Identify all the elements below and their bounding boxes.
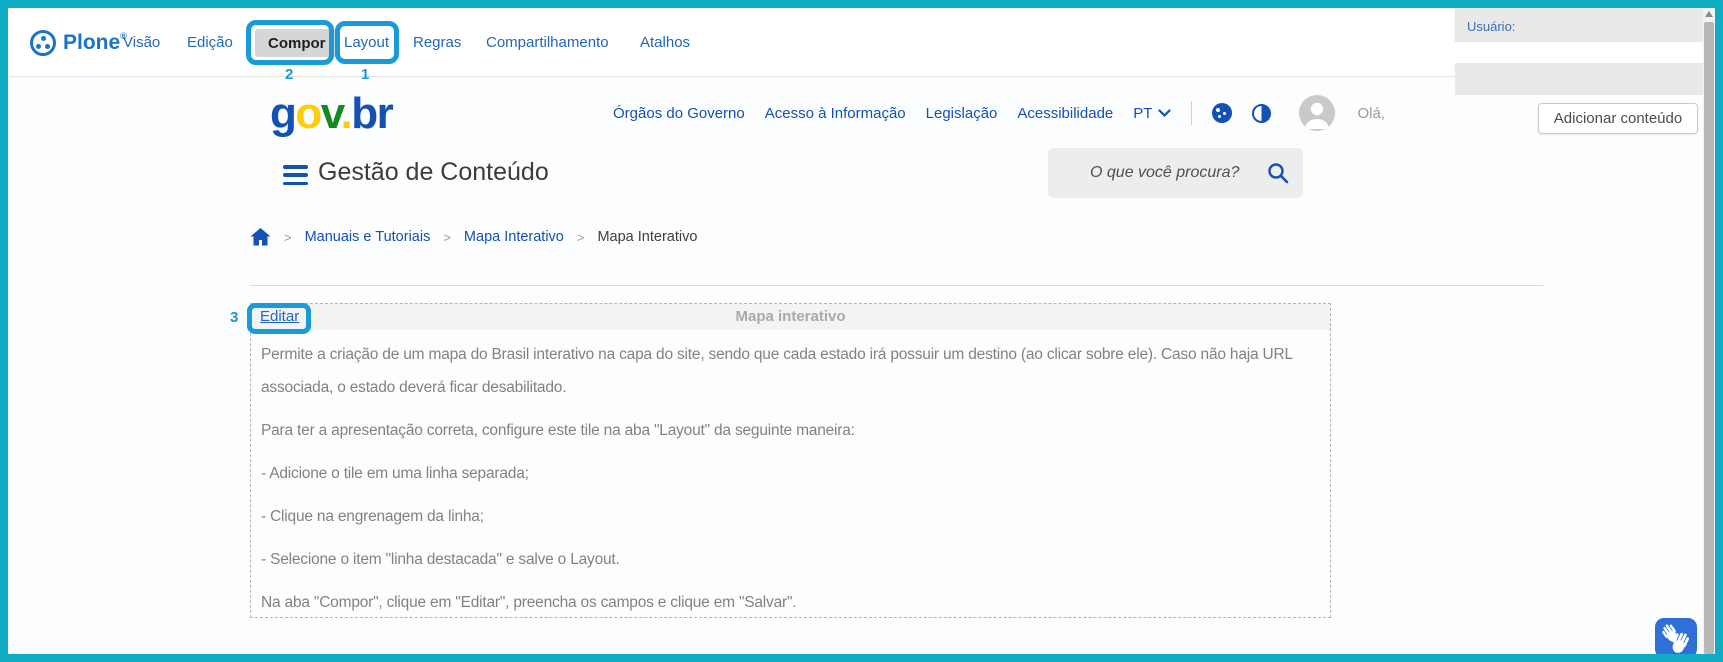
contrast-icon[interactable]	[1252, 103, 1272, 123]
toolbar-item-edicao[interactable]: Edição	[187, 8, 233, 77]
nav-link-acesso[interactable]: Acesso à Informação	[765, 105, 906, 122]
user-greeting: Olá,	[1357, 104, 1385, 122]
nav-link-legislacao[interactable]: Legislação	[926, 105, 998, 122]
vlibras-icon	[1662, 624, 1690, 653]
govbr-logo[interactable]: gov.br	[270, 92, 394, 136]
tile-body: Permite a criação de um mapa do Brasil i…	[251, 330, 1330, 619]
breadcrumb-current: Mapa Interativo	[597, 229, 698, 245]
breadcrumb-link-manuais[interactable]: Manuais e Tutoriais	[305, 229, 431, 245]
breadcrumb: > Manuais e Tutoriais > Mapa Interativo …	[250, 226, 697, 248]
nav-link-orgaos[interactable]: Órgãos do Governo	[613, 105, 745, 122]
scrollbar-up-icon[interactable]	[1705, 11, 1713, 17]
language-selector[interactable]: PT	[1133, 104, 1172, 122]
toolbar-item-compor[interactable]: Compor	[255, 29, 339, 57]
scrollbar-thumb[interactable]	[1704, 22, 1714, 654]
user-panel: Usuário:	[1455, 8, 1703, 95]
tile-paragraph: - Selecione o item "linha destacada" e s…	[261, 551, 620, 568]
search-box	[1048, 148, 1303, 198]
tile-paragraph: Na aba "Compor", clique em "Editar", pre…	[261, 594, 797, 611]
tile-title: Mapa interativo	[735, 308, 846, 325]
search-input[interactable]	[1048, 148, 1258, 198]
avatar[interactable]	[1299, 95, 1336, 131]
vlibras-button[interactable]	[1655, 618, 1697, 654]
chevron-down-icon	[1158, 108, 1172, 117]
annotation-number-2: 2	[285, 66, 294, 83]
tile-paragraph: Permite a criação de um mapa do Brasil i…	[261, 346, 1293, 396]
plone-logo-label: Plone®	[63, 30, 127, 54]
username-redaction	[1455, 42, 1703, 63]
nav-link-acessibilidade[interactable]: Acessibilidade	[1017, 105, 1113, 122]
toolbar-item-visao[interactable]: Visão	[123, 8, 160, 77]
tile-paragraph: Para ter a apresentação correta, configu…	[261, 422, 855, 439]
plone-logo-icon	[30, 29, 56, 56]
nav-divider	[1191, 101, 1193, 125]
tile-header: Editar Mapa interativo	[251, 304, 1330, 330]
user-label: Usuário:	[1467, 19, 1516, 34]
breadcrumb-separator: >	[576, 229, 585, 245]
page-title: Gestão de Conteúdo	[318, 158, 549, 186]
annotation-number-3: 3	[230, 309, 239, 326]
breadcrumb-separator: >	[443, 229, 451, 245]
toolbar-item-regras[interactable]: Regras	[413, 8, 461, 77]
avatar-icon	[1305, 102, 1330, 129]
plone-toolbar: Plone® Visão Edição Compor Layout Regras…	[8, 8, 1455, 77]
search-icon[interactable]	[1266, 161, 1290, 185]
screenshot-frame: Plone® Visão Edição Compor Layout Regras…	[0, 0, 1723, 662]
plone-logo[interactable]: Plone®	[30, 8, 127, 77]
toolbar-item-compartilhamento[interactable]: Compartilhamento	[486, 8, 609, 77]
cookie-icon[interactable]	[1212, 103, 1233, 123]
vertical-scrollbar[interactable]	[1703, 8, 1715, 654]
add-content-button[interactable]: Adicionar conteúdo	[1538, 103, 1698, 134]
home-icon[interactable]	[250, 227, 271, 247]
breadcrumb-separator: >	[284, 229, 292, 245]
tile-paragraph: - Adicione o tile em uma linha separada;	[261, 465, 529, 482]
language-code: PT	[1133, 104, 1153, 122]
browser-viewport: Plone® Visão Edição Compor Layout Regras…	[8, 8, 1715, 654]
tile-paragraph: - Clique na engrenagem da linha;	[261, 508, 484, 525]
breadcrumb-link-mapa[interactable]: Mapa Interativo	[464, 229, 564, 245]
annotation-number-1: 1	[361, 66, 370, 83]
govbr-nav: Órgãos do Governo Acesso à Informação Le…	[613, 94, 1385, 132]
toolbar-item-atalhos[interactable]: Atalhos	[640, 8, 690, 77]
tile-mapa-interativo: Editar Mapa interativo Permite a criação…	[250, 303, 1331, 618]
section-divider	[250, 285, 1543, 286]
hamburger-icon[interactable]	[283, 165, 308, 185]
